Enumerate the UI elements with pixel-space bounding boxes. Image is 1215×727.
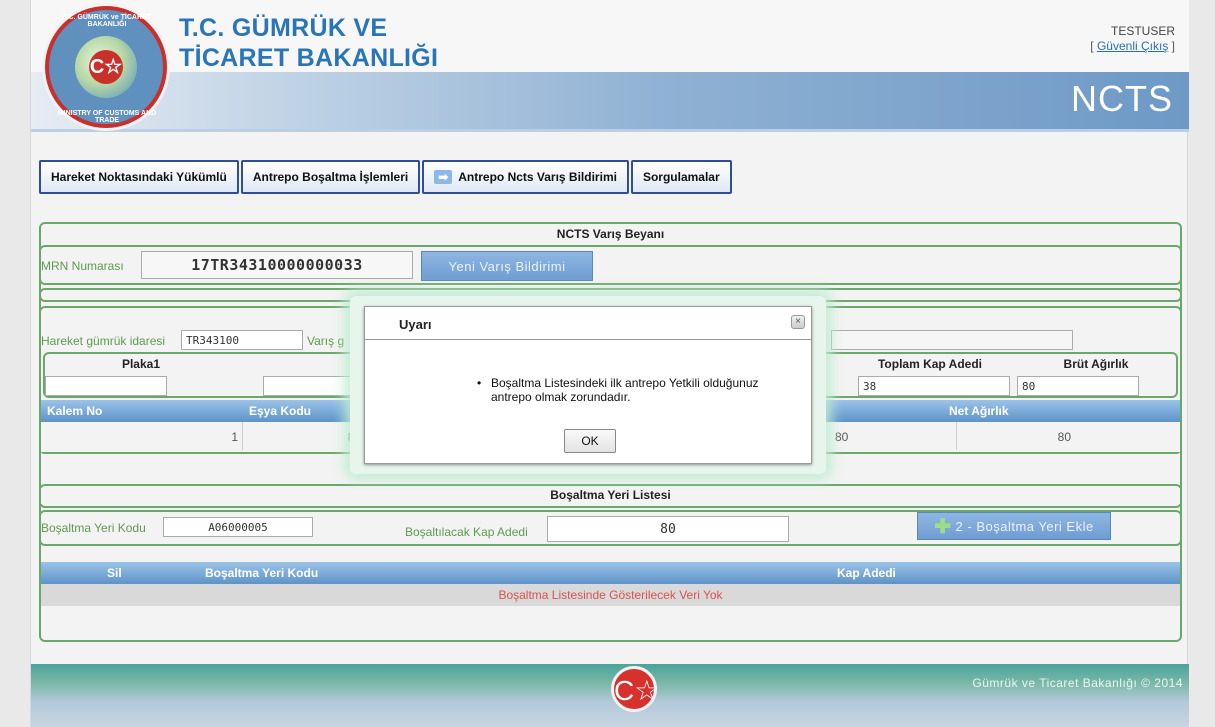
empty-list-message: Boşaltma Listesinde Gösterilecek Veri Yo… <box>41 584 1180 606</box>
col-esya-kodu: Eşya Kodu <box>249 404 312 418</box>
mrn-label: MRN Numarası <box>41 259 124 273</box>
col-delete: Sil <box>107 566 122 580</box>
packages-label: Boşaltılacak Kap Adedi <box>405 525 528 539</box>
departure-office-input[interactable]: TR343100 <box>181 330 303 350</box>
brand-title-line2: TİCARET BAKANLIĞI <box>179 44 439 72</box>
warning-dialog: Uyarı × Boşaltma Listesindeki ilk antrep… <box>364 306 812 464</box>
nav-tab-warehouse-arrival[interactable]: ➡ Antrepo Ncts Varış Bildirimi <box>422 160 629 194</box>
total-packages-label: Toplam Kap Adedi <box>877 357 982 371</box>
add-unloading-place-button[interactable]: ✚ 2 - Boşaltma Yeri Ekle <box>917 512 1111 540</box>
arrow-right-icon: ➡ <box>434 170 453 184</box>
dialog-message-item: Boşaltma Listesindeki ilk antrepo Yetkil… <box>477 376 783 404</box>
cell-kalem-no: 1 <box>43 422 243 450</box>
nav-tab-label: Antrepo Ncts Varış Bildirimi <box>458 170 617 184</box>
arrival-office-label: Varış g <box>307 334 345 348</box>
dialog-title: Uyarı <box>399 317 432 332</box>
arrival-office-input[interactable] <box>831 330 1073 350</box>
total-packages-input[interactable]: 38 <box>858 376 1010 396</box>
mrn-input[interactable]: 17TR34310000000033 <box>141 251 413 279</box>
logout-wrapper: [ Güvenli Çıkış ] <box>1090 39 1175 53</box>
nav-tab-label: Hareket Noktasındaki Yükümlü <box>51 170 227 184</box>
footer <box>31 664 1189 727</box>
cell-esya-kodu: 85 <box>245 422 365 450</box>
col-kalem-no: Kalem No <box>47 404 103 418</box>
plus-icon: ✚ <box>934 515 952 538</box>
col-package-count: Kap Adedi <box>837 566 896 580</box>
place-code-label: Boşaltma Yeri Kodu <box>41 521 146 535</box>
unloading-panel-title: Boşaltma Yeri Listesi <box>41 488 1180 504</box>
cell-net-agirlik: 80 <box>959 422 1077 450</box>
crescent-star-icon: C☆ <box>89 50 123 84</box>
plate-column-label: Plaka1 <box>121 357 161 371</box>
app-title: NCTS <box>1071 78 1173 119</box>
ok-button[interactable]: OK <box>564 429 616 453</box>
ministry-logo: T.C. GÜMRÜK ve TİCARET BAKANLIĞI C☆ MINI… <box>45 6 167 128</box>
logo-ring-bottom-text: MINISTRY OF CUSTOMS AND TRADE <box>57 110 157 124</box>
crescent-star-icon: C☆ <box>611 666 659 712</box>
nav-tab-departure-obligor[interactable]: Hareket Noktasındaki Yükümlü <box>39 160 239 194</box>
new-arrival-button[interactable]: Yeni Varış Bildirimi <box>421 251 593 281</box>
footer-copyright: Gümrük ve Ticaret Bakanlığı © 2014 <box>972 676 1183 690</box>
brand-title-line1: T.C. GÜMRÜK VE <box>179 14 388 42</box>
add-button-label: 2 - Boşaltma Yeri Ekle <box>955 518 1094 534</box>
gross-weight-label: Brüt Ağırlık <box>1063 357 1129 371</box>
main-nav: Hareket Noktasındaki Yükümlü Antrepo Boş… <box>39 160 732 194</box>
col-net-agirlik: Net Ağırlık <box>949 404 1009 418</box>
gross-weight-input[interactable]: 80 <box>1017 376 1139 396</box>
plate-input[interactable] <box>45 376 167 396</box>
logout-link[interactable]: Güvenli Çıkış <box>1097 39 1168 53</box>
nav-tab-queries[interactable]: Sorgulamalar <box>630 160 732 194</box>
nav-tab-label: Sorgulamalar <box>642 170 720 184</box>
current-user: TESTUSER <box>1110 24 1175 38</box>
departure-office-label: Hareket gümrük idaresi <box>41 334 166 348</box>
place-code-input[interactable]: A06000005 <box>163 517 313 537</box>
cell-hidden-value: 80 <box>831 422 957 450</box>
dialog-message-line1: Boşaltma Listesindeki ilk antrepo Yetkil… <box>491 376 759 390</box>
dialog-message-line2: antrepo olmak zorundadır. <box>491 390 631 404</box>
packages-input[interactable]: 80 <box>547 516 789 542</box>
logo-ring-top-text: T.C. GÜMRÜK ve TİCARET BAKANLIĞI <box>63 14 151 28</box>
close-icon[interactable]: × <box>791 315 805 329</box>
header-band <box>31 72 1189 132</box>
dialog-body: Boşaltma Listesindeki ilk antrepo Yetkil… <box>365 339 811 463</box>
dialog-message: Boşaltma Listesindeki ilk antrepo Yetkil… <box>477 376 783 404</box>
col-place-code: Boşaltma Yeri Kodu <box>205 566 319 580</box>
arrival-panel-title: NCTS Varış Beyanı <box>41 227 1180 245</box>
nav-tab-label: Antrepo Boşaltma İşlemleri <box>252 170 409 184</box>
nav-tab-warehouse-unloading[interactable]: Antrepo Boşaltma İşlemleri <box>240 160 421 194</box>
